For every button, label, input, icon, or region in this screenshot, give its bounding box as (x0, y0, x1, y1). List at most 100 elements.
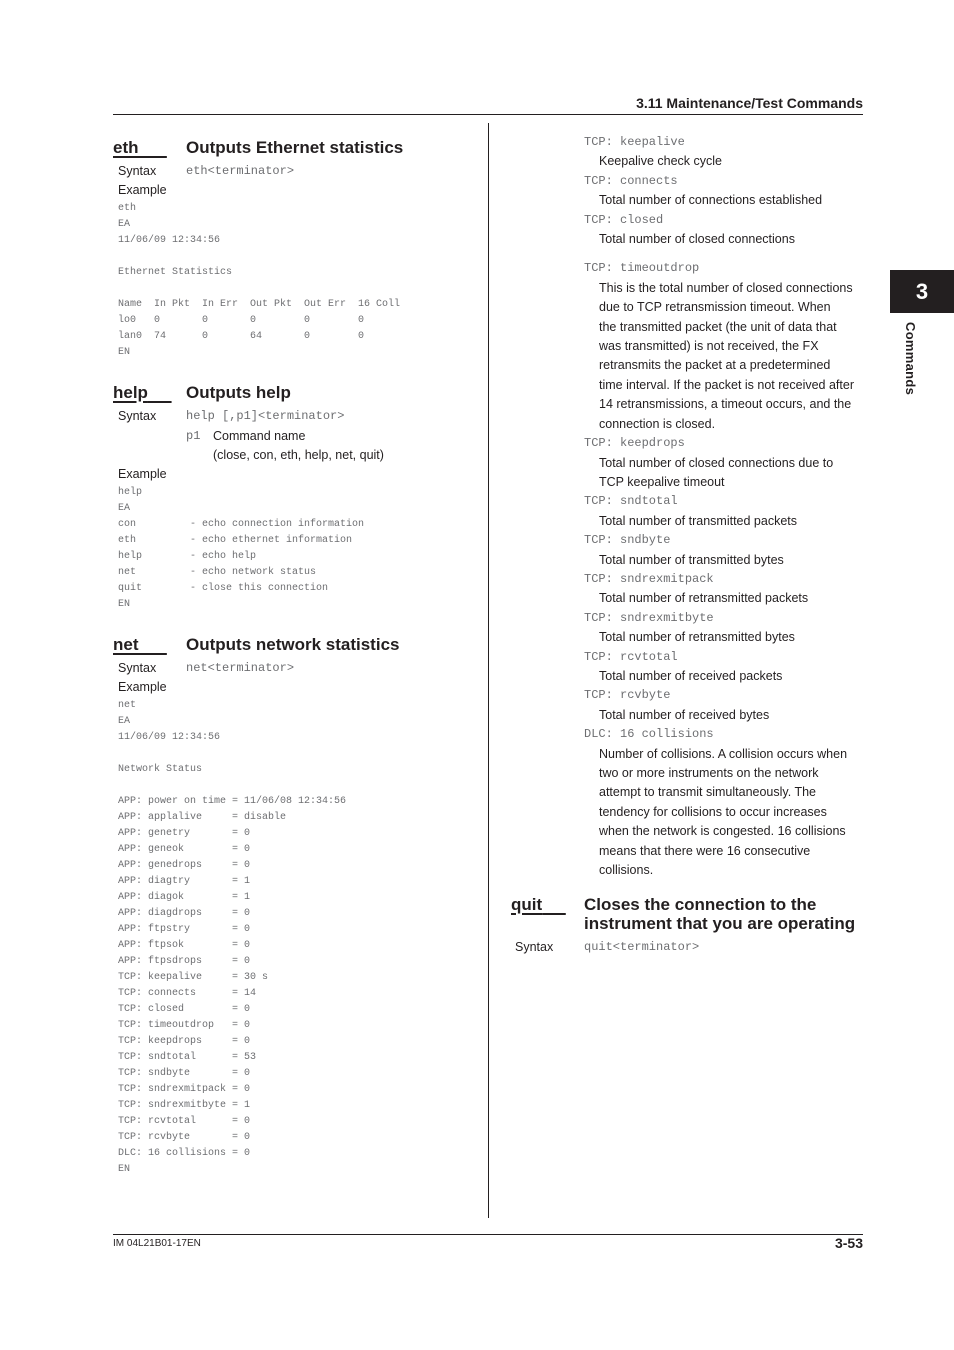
description-item: TCP: rcvbyte Total number of received byt… (584, 686, 874, 725)
net-descriptions: TCP: keepalive Keepalive check cycle TCP: … (584, 133, 874, 880)
quit-syntax-label: Syntax (515, 940, 554, 954)
code-line: EA (118, 716, 131, 727)
code-line: APP: ftpsdrops = 0 (118, 956, 251, 967)
code-line: TCP: connects = 14 (118, 988, 257, 999)
description-text: two or more instruments on the network (599, 766, 819, 780)
code-line: net (118, 700, 137, 711)
description-text: Total number of received bytes (599, 707, 770, 722)
code-line: DLC: 16 collisions = 0 (118, 1148, 251, 1159)
code-line: lo0 0 0 0 0 0 (118, 315, 365, 326)
description-text: time interval. If the packet is not rece… (599, 377, 854, 392)
eth-command-title: Outputs Ethernet statistics (186, 138, 404, 157)
net-syntax-code: net<terminator> (186, 661, 295, 675)
quit-title-line2: instrument that you are operating (584, 914, 856, 933)
code-line: 11/06/09 12:34:56 (118, 732, 221, 743)
code-line: con - echo connection information (118, 519, 365, 530)
description-text: connection is closed. (599, 416, 716, 431)
code-line: EA (118, 219, 131, 230)
eth-name-text: eth (113, 138, 139, 157)
quit-name-text: quit (511, 895, 543, 914)
quit-command-title: Closes the connection to the instrument … (584, 895, 855, 933)
code-line: TCP: closed = 0 (118, 1004, 251, 1015)
code-line: TCP: sndrexmitpack = 0 (118, 1084, 251, 1095)
section-title: 3.11 Maintenance/Test Commands (636, 95, 863, 111)
code-line: APP: ftpsok = 0 (118, 940, 251, 951)
document-id: IM 04L21B01-17EN (113, 1238, 201, 1249)
net-command-name: net (113, 635, 167, 655)
page-number: 3-53 (834, 1235, 863, 1251)
description-text: Keepalive check cycle (599, 154, 722, 169)
code-line: EA (118, 503, 131, 514)
description-text: Total number of transmitted bytes (599, 552, 784, 567)
code-line: TCP: rcvbyte = 0 (118, 1132, 251, 1143)
net-command-title: Outputs network statistics (186, 635, 400, 654)
chapter-number-tab: 3 (890, 270, 954, 313)
code-line: EN (118, 1164, 131, 1175)
code-line: help - echo help (118, 551, 257, 562)
code-line: Network Status (118, 764, 203, 775)
description-item: TCP: sndrexmitbyte Total number of retran… (584, 609, 874, 648)
description-item: TCP: keepdrops Total number of closed con… (584, 434, 874, 492)
code-line: APP: ftpstry = 0 (118, 924, 251, 935)
description-text: Total number of closed connections (599, 232, 795, 247)
net-syntax-label: Syntax (118, 661, 157, 675)
description-text: 14 retransmissions, a timeout occurs, an… (599, 397, 852, 412)
help-name-text: help (113, 383, 148, 402)
code-line: TCP: keepdrops = 0 (118, 1036, 251, 1047)
description-text: Total number of closed connections due t… (599, 455, 834, 470)
description-key: TCP: sndrexmitpack (584, 571, 714, 586)
quit-syntax-code: quit<terminator> (584, 940, 700, 954)
description-text: Total number of transmitted packets (599, 513, 798, 528)
description-key: DLC: 16 collisions (584, 727, 714, 742)
description-item: DLC: 16 collisions Number of collisions. … (584, 725, 874, 880)
code-line: TCP: sndtotal = 53 (118, 1052, 257, 1063)
footer-rule (113, 1234, 863, 1235)
eth-syntax-code: eth<terminator> (186, 164, 295, 178)
description-item: TCP: sndbyte Total number of transmitted … (584, 531, 874, 570)
description-text: This is the total number of closed conne… (599, 280, 853, 295)
help-example-label: Example (118, 467, 167, 481)
header-rule (113, 114, 863, 115)
code-line: APP: diagok = 1 (118, 892, 251, 903)
description-text: Total number of retransmitted packets (599, 591, 809, 606)
description-item: TCP: sndtotal Total number of transmitted… (584, 492, 874, 531)
help-syntax-code: help [,p1]<terminator> (186, 409, 345, 423)
description-text: when the network is congested. 16 collis… (599, 824, 846, 839)
description-text: Number of collisions. A collision occurs… (599, 746, 848, 761)
description-key: TCP: sndrexmitbyte (584, 610, 714, 625)
description-text: Total number of connections established (599, 193, 823, 208)
description-key: TCP: sndbyte (584, 533, 671, 548)
help-command-name: help (113, 383, 172, 403)
description-item: TCP: keepalive Keepalive check cycle (584, 133, 874, 172)
eth-example-label: Example (118, 183, 167, 197)
help-param-values: (close, con, eth, help, net, quit) (213, 448, 384, 462)
net-name-text: net (113, 635, 139, 654)
code-line: TCP: keepalive = 30 s (118, 972, 269, 983)
description-text: collisions. (599, 863, 654, 878)
description-key: TCP: rcvbyte (584, 688, 671, 703)
description-text: tendency for collisions to occur increas… (599, 804, 827, 819)
description-item: TCP: timeoutdrop This is the total number… (584, 259, 874, 434)
help-command-title: Outputs help (186, 383, 291, 402)
code-line: APP: diagdrops = 0 (118, 908, 251, 919)
help-param-desc: Command name (213, 429, 306, 443)
code-line: net - echo network status (118, 567, 317, 578)
code-line: TCP: sndrexmitbyte = 1 (118, 1100, 251, 1111)
description-text: TCP keepalive timeout (599, 474, 725, 489)
eth-syntax-label: Syntax (118, 164, 157, 178)
code-line: Ethernet Statistics (118, 267, 233, 278)
description-text: Total number of received packets (599, 668, 783, 683)
code-line: TCP: sndbyte = 0 (118, 1068, 251, 1079)
code-line: APP: applalive = disable (118, 812, 287, 823)
code-line: APP: genedrops = 0 (118, 860, 251, 871)
code-line: EN (118, 599, 131, 610)
code-line: APP: power on time = 11/06/08 12:34:56 (118, 796, 347, 807)
quit-title-line1: Closes the connection to the (584, 895, 817, 914)
code-line: quit - close this connection (118, 583, 329, 594)
code-line: eth (118, 203, 137, 214)
code-line: APP: diagtry = 1 (118, 876, 251, 887)
description-text: was transmitted) is not received, the FX (599, 339, 819, 354)
